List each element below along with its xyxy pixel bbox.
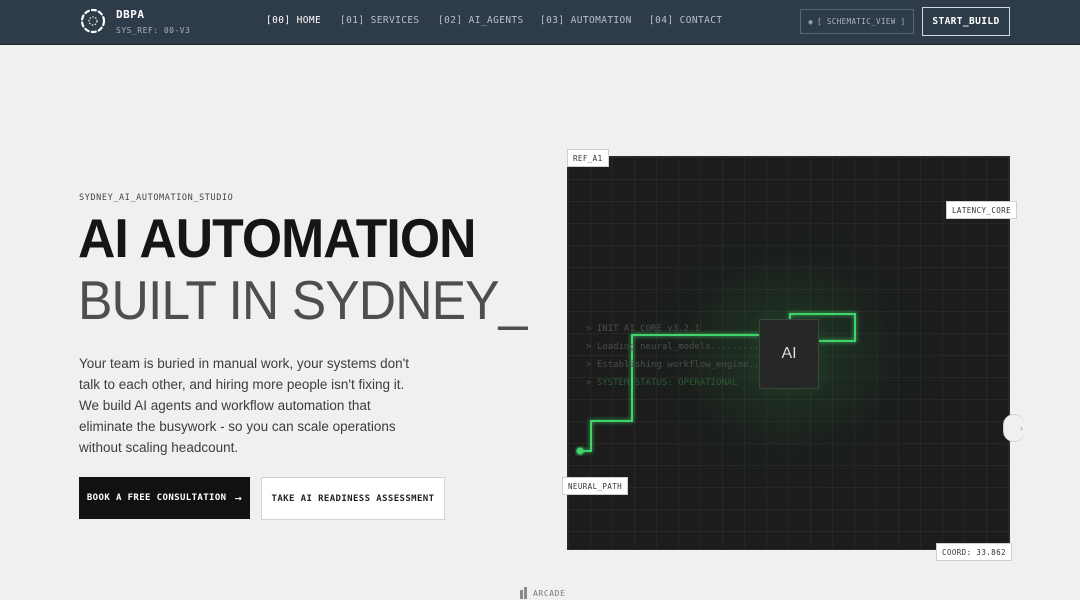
coord-tag: COORD: 33.862 xyxy=(936,543,1012,561)
book-consultation-label: BOOK A FREE CONSULTATION xyxy=(86,493,227,503)
nav-link-ai-agents[interactable]: [02] AI_AGENTS xyxy=(438,15,524,26)
ai-core-node: AI xyxy=(759,319,819,389)
log-line: > Establishing workflow_engine... xyxy=(586,360,765,370)
neural-path-tag: NEURAL_PATH xyxy=(562,477,629,495)
top-navbar: DBPA SYS_REF: 00-V3 [00] HOME [01] SERVI… xyxy=(0,0,1080,45)
dot-icon: ◉ xyxy=(808,17,814,26)
hero-headline-line1: AI AUTOMATION xyxy=(78,207,476,269)
path-node xyxy=(576,447,584,455)
carousel-next-icon[interactable]: › xyxy=(1003,414,1025,442)
log-line-status: > SYSTEM STATUS: OPERATIONAL xyxy=(586,378,738,388)
nav-link-automation[interactable]: [03] AUTOMATION xyxy=(540,15,632,26)
arrow-right-icon: → xyxy=(234,491,243,505)
arcade-icon xyxy=(520,587,527,599)
arcade-badge[interactable]: ARCADE xyxy=(520,587,566,599)
book-consultation-button[interactable]: BOOK A FREE CONSULTATION → xyxy=(79,477,250,519)
hero-eyebrow: SYDNEY_AI_AUTOMATION_STUDIO xyxy=(79,193,234,203)
hero-description: Your team is buried in manual work, your… xyxy=(79,356,409,455)
schematic-view-label: [ SCHEMATIC_VIEW ] xyxy=(817,17,906,26)
latency-tag: LATENCY_CORE xyxy=(946,201,1017,219)
schematic-panel: > INIT AI_CORE v3.2.1 > Loading neural_mo… xyxy=(567,156,1010,550)
nav-link-services[interactable]: [01] SERVICES xyxy=(340,15,420,26)
logo-icon[interactable] xyxy=(78,4,108,38)
arcade-label: ARCADE xyxy=(533,588,566,598)
log-line: > INIT AI_CORE v3.2.1 xyxy=(586,324,700,334)
nav-link-contact[interactable]: [04] CONTACT xyxy=(649,15,722,26)
brand-name: DBPA xyxy=(116,8,145,21)
nav-link-home[interactable]: [00] HOME xyxy=(266,15,321,26)
log-line: > Loading neural_models.......... xyxy=(586,342,765,352)
schematic-view-button[interactable]: ◉ [ SCHEMATIC_VIEW ] xyxy=(800,9,914,34)
readiness-assessment-button[interactable]: TAKE AI READINESS ASSESSMENT xyxy=(261,477,445,520)
brand[interactable]: DBPA SYS_REF: 00-V3 xyxy=(116,8,190,35)
start-build-button[interactable]: START_BUILD xyxy=(922,7,1010,36)
terminal-log: > INIT AI_CORE v3.2.1 > Loading neural_mo… xyxy=(586,320,765,392)
ref-tag: REF_A1 xyxy=(567,149,609,167)
brand-ref: SYS_REF: 00-V3 xyxy=(116,26,191,35)
hero-headline-line2: BUILT IN SYDNEY_ xyxy=(78,269,527,331)
